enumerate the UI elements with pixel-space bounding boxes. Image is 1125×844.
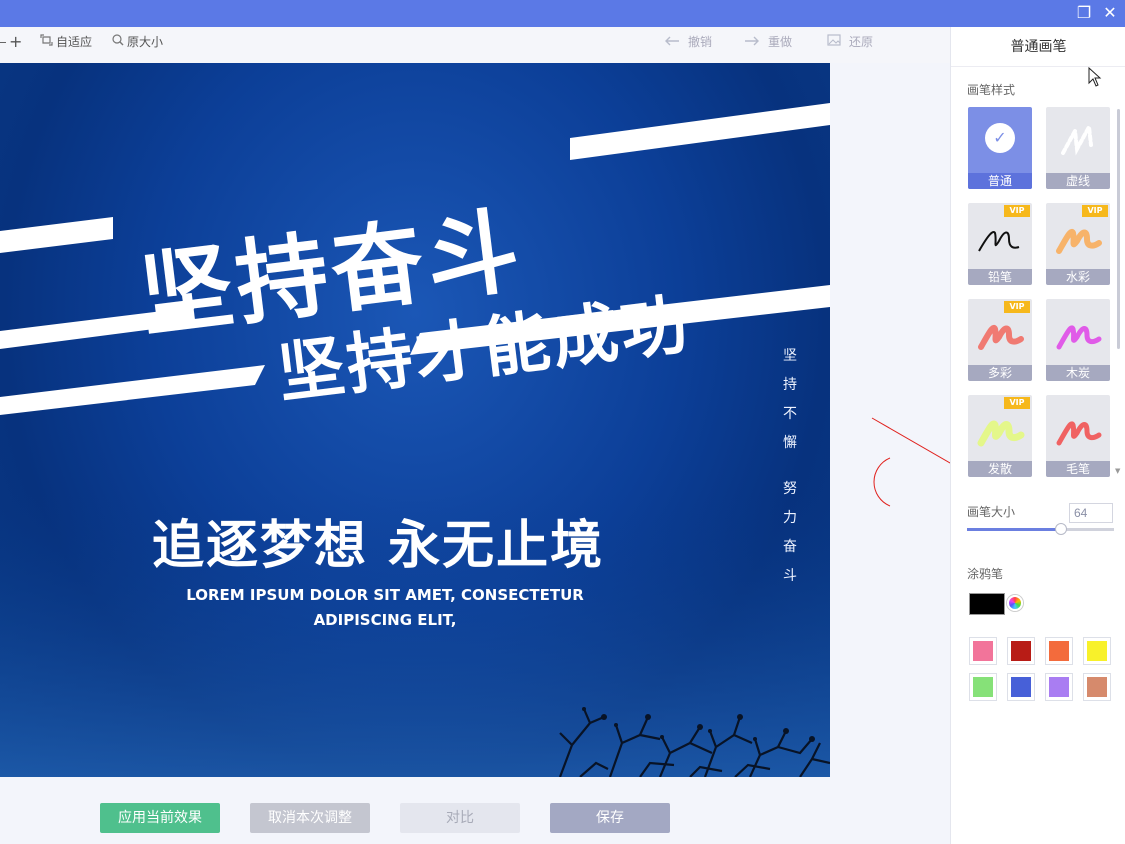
vertical-char: 努 — [783, 481, 797, 497]
palette-swatch[interactable] — [969, 637, 997, 665]
brush-size-slider[interactable] — [967, 523, 1114, 535]
brush-multicolor[interactable]: VIP 多彩 — [968, 299, 1032, 381]
brush-watercolor[interactable]: VIP 水彩 — [1046, 203, 1110, 285]
brush-size-slider-handle[interactable] — [1055, 523, 1067, 535]
brush-size-label: 画笔大小 — [967, 505, 1016, 519]
current-color-swatch[interactable] — [969, 593, 1005, 615]
vertical-char: 奋 — [783, 539, 797, 555]
palette-swatch[interactable] — [1007, 637, 1035, 665]
palette-swatch[interactable] — [1083, 637, 1111, 665]
scroll-down-icon[interactable]: ▼ — [1115, 467, 1120, 475]
palette-swatch[interactable] — [1083, 673, 1111, 701]
diffuse-stroke-icon — [977, 420, 1025, 447]
vertical-char: 懈 — [783, 435, 797, 451]
poster-vertical-text-1: 坚 持 不 懈 — [780, 342, 800, 458]
restore-button[interactable]: 还原 — [827, 27, 873, 57]
brush-dashed[interactable]: 虚线 — [1046, 107, 1110, 189]
brush-normal[interactable]: ✓ 普通 — [968, 107, 1032, 189]
vertical-char: 持 — [783, 377, 797, 393]
restore-window-icon[interactable]: ❐ — [1073, 2, 1095, 24]
zoom-out-button[interactable] — [0, 27, 6, 57]
fit-button[interactable]: 自适应 — [40, 27, 92, 57]
poster-vertical-text-2: 努 力 奋 斗 — [780, 475, 800, 591]
vertical-char: 斗 — [783, 568, 797, 584]
ink-brush-stroke-icon — [1056, 421, 1102, 446]
graffiti-pen-label: 涂鸦笔 — [967, 567, 1004, 581]
brush-style-label: 画笔样式 — [967, 83, 1016, 97]
undo-button[interactable]: 撤销 — [664, 27, 712, 57]
brush-diffuse[interactable]: VIP 发散 — [968, 395, 1032, 477]
vertical-char: 坚 — [783, 348, 797, 364]
save-button[interactable]: 保存 — [550, 803, 670, 833]
brush-settings-panel: 普通画笔 画笔样式 ✓ 普通 虚线 VIP 铅笔 VIP 水彩 VIP 多彩 木… — [950, 27, 1125, 844]
close-window-icon[interactable]: ✕ — [1099, 2, 1121, 24]
top-toolbar: + 自适应 原大小 撤销 重做 还原 — [0, 27, 950, 63]
brush-label: 铅笔 — [968, 269, 1032, 285]
palette-swatch[interactable] — [969, 673, 997, 701]
brush-size-input[interactable] — [1069, 503, 1113, 523]
palette-swatch[interactable] — [1045, 673, 1073, 701]
canvas-area[interactable]: 坚持奋斗 坚持才能成功 追逐梦想 永无止境 LOREM IPSUM DOLOR … — [0, 63, 890, 781]
poster-subhead: 追逐梦想 永无止境 — [152, 516, 605, 576]
color-wheel-icon[interactable] — [1007, 595, 1023, 611]
brush-list-scrollbar[interactable] — [1117, 109, 1120, 349]
poster-lorem-line-1: LOREM IPSUM DOLOR SIT AMET, CONSECTETUR — [186, 586, 584, 604]
pencil-stroke-icon — [978, 231, 1020, 252]
arrow-left-icon — [664, 27, 680, 57]
arrow-right-icon — [744, 27, 760, 57]
brush-charcoal[interactable]: 木炭 — [1046, 299, 1110, 381]
brush-label: 水彩 — [1046, 269, 1110, 285]
brush-label: 发散 — [968, 461, 1032, 477]
panel-title: 普通画笔 — [951, 27, 1125, 67]
apply-effect-button[interactable]: 应用当前效果 — [100, 803, 220, 833]
check-icon: ✓ — [985, 123, 1015, 153]
dashed-stroke-icon — [1061, 120, 1093, 156]
original-size-label: 原大小 — [127, 35, 164, 49]
brush-label: 虚线 — [1046, 173, 1110, 189]
plus-icon: + — [9, 32, 23, 51]
poster-stripes — [0, 103, 830, 777]
undo-label: 撤销 — [688, 35, 713, 49]
brush-label: 普通 — [968, 173, 1032, 189]
multicolor-stroke-icon — [978, 325, 1024, 350]
watercolor-stroke-icon — [1056, 229, 1102, 254]
brush-pencil[interactable]: VIP 铅笔 — [968, 203, 1032, 285]
brush-ink[interactable]: 毛笔 — [1046, 395, 1110, 477]
compare-button[interactable]: 对比 — [400, 803, 520, 833]
restore-label: 还原 — [849, 35, 874, 49]
vertical-char: 力 — [783, 510, 797, 526]
poster-image[interactable]: 坚持奋斗 坚持才能成功 追逐梦想 永无止境 LOREM IPSUM DOLOR … — [0, 63, 830, 777]
original-size-button[interactable]: 原大小 — [112, 27, 163, 57]
fit-icon — [40, 27, 53, 57]
vertical-char: 不 — [783, 406, 797, 422]
brush-label: 木炭 — [1046, 365, 1110, 381]
image-icon — [827, 27, 841, 57]
mouse-cursor-icon — [1088, 67, 1102, 87]
palette-swatch[interactable] — [1007, 673, 1035, 701]
poster-lorem-line-2: ADIPISCING ELIT, — [313, 611, 457, 629]
brush-size-slider-fill — [967, 528, 1061, 531]
fit-label: 自适应 — [56, 35, 93, 49]
poster-lorem: LOREM IPSUM DOLOR SIT AMET, CONSECTETUR … — [160, 583, 610, 633]
brush-label: 毛笔 — [1046, 461, 1110, 477]
title-bar: ❐ ✕ — [0, 0, 1125, 27]
redo-button[interactable]: 重做 — [744, 27, 792, 57]
zoom-in-button[interactable]: + — [9, 27, 22, 57]
palette-swatch[interactable] — [1045, 637, 1073, 665]
redo-label: 重做 — [768, 35, 793, 49]
brush-label: 多彩 — [968, 365, 1032, 381]
cancel-adjustment-button[interactable]: 取消本次调整 — [250, 803, 370, 833]
charcoal-stroke-icon — [1056, 325, 1102, 350]
bottom-action-bar: 应用当前效果 取消本次调整 对比 保存 — [0, 781, 950, 844]
magnifier-icon — [112, 27, 124, 57]
